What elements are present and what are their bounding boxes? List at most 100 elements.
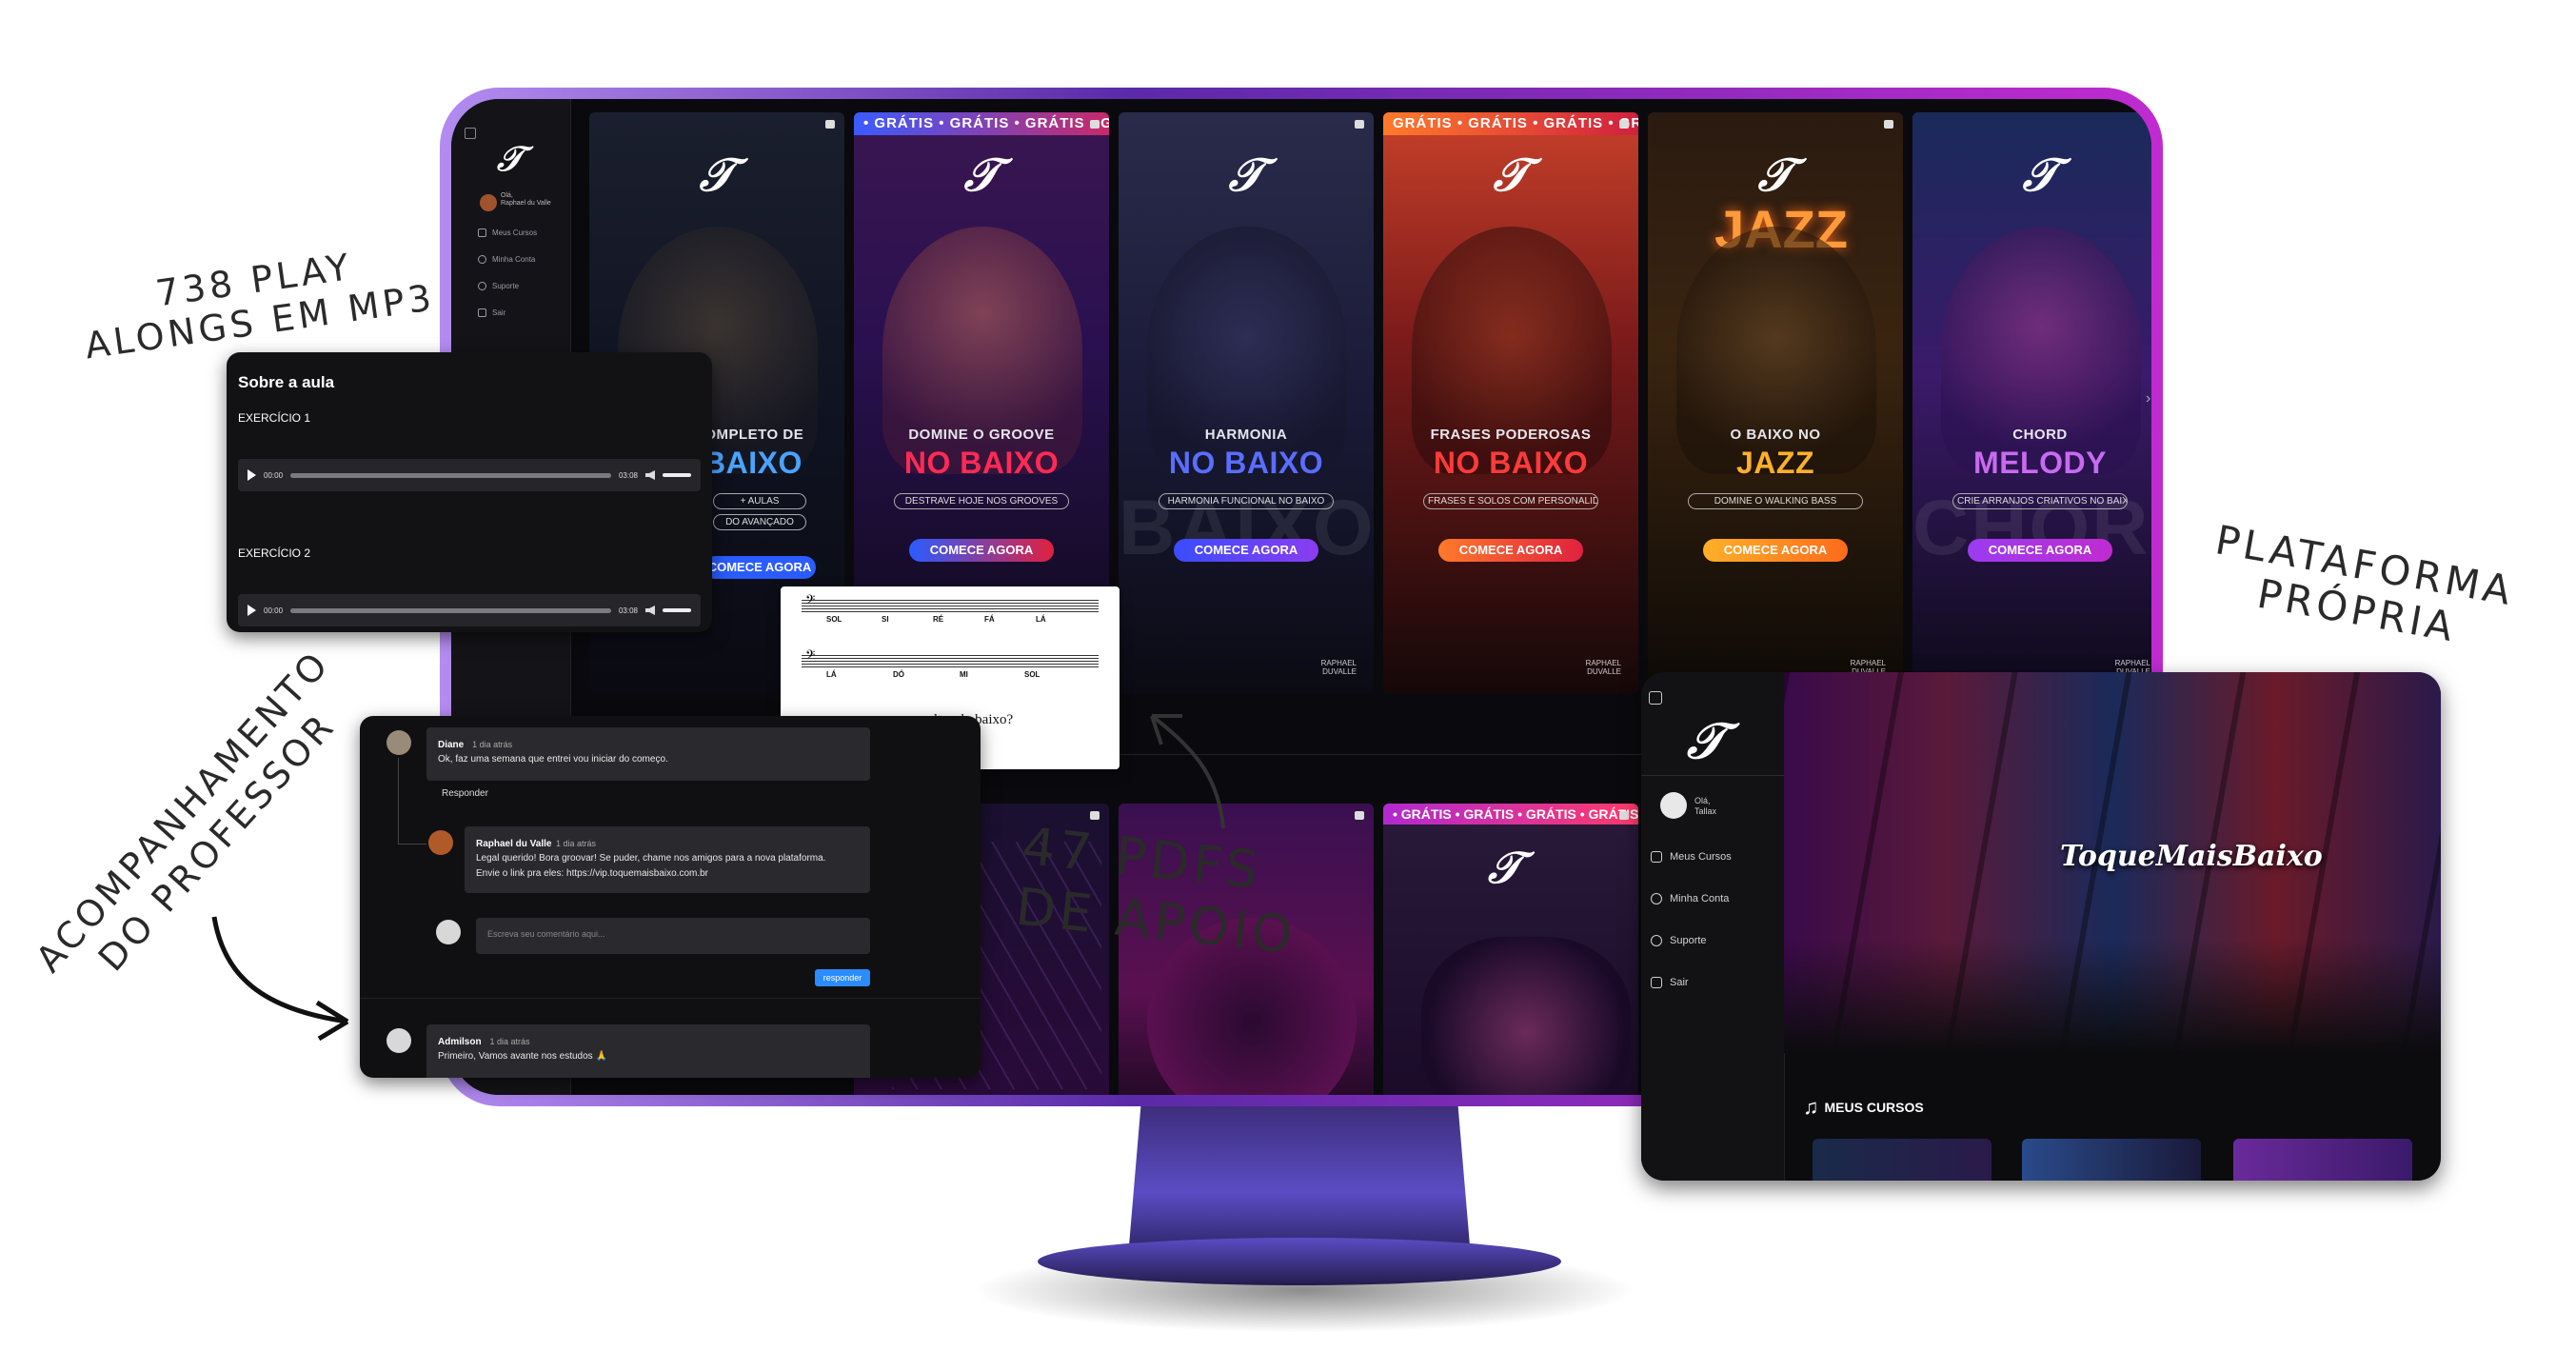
current-time: 00:00 [264,606,284,615]
user-name: Raphael du Valle [501,200,551,207]
sidebar-item-label: Suporte [492,282,520,290]
card-logo: 𝒯 [699,149,735,202]
audio-progress-bar[interactable] [290,607,611,613]
avatar [428,830,453,855]
course-card-bottom-3[interactable]: • GRÁTIS • GRÁTIS • GRÁTIS • GRÁTIS 𝒯 [1383,804,1638,1095]
lock-icon [1619,811,1629,820]
sidebar-toggle-icon[interactable] [1649,691,1662,705]
comment-time: 1 dia atrás [472,740,513,749]
lock-icon [1355,120,1364,129]
card-signature: RAPHAEL DUVALLE [1585,659,1621,676]
card-title: MELODY [1973,446,2107,480]
comment-text: Ok, faz uma semana que entrei vou inicia… [438,754,668,765]
course-thumb[interactable] [1813,1139,1991,1181]
sidebar-item-suporte[interactable]: Suporte [1651,935,1707,946]
comment-time: 1 dia atrás [555,839,596,848]
courses-icon [478,228,486,237]
card-logo: 𝒯 [1493,149,1529,202]
comment-header: Diane 1 dia atrás [438,735,512,752]
start-now-button[interactable]: COMECE AGORA [909,539,1054,562]
whatsapp-icon [478,282,486,290]
sidebar-toggle-icon[interactable] [465,128,476,139]
comment-input[interactable]: Escreva seu comentário aqui... [476,918,870,954]
volume-slider[interactable] [663,473,691,477]
volume-icon[interactable] [645,606,655,615]
volume-icon[interactable] [645,470,655,480]
logout-icon [478,308,486,317]
avatar [386,730,411,755]
sidebar-item-sair[interactable]: Sair [1651,977,1689,988]
lock-icon [825,120,835,129]
bass-clef-icon: 𝄢 [805,649,816,666]
note-label: LÁ [1036,615,1046,624]
card-tagline: + AULAS [713,493,806,509]
hero-shade [1784,939,2441,1053]
card-tagline: FRASES E SOLOS COM PERSONALIDADE [1423,493,1598,509]
course-card-jazz[interactable]: 𝒯 JAZZ O BAIXO NO JAZZ DOMINE O WALKING … [1648,112,1903,693]
sidebar-item-sair[interactable]: Sair [478,308,505,317]
audio-player-exercise-1[interactable]: 00:00 03:08 [238,459,701,491]
card-subtitle: COMPLETO DE [694,427,804,443]
greeting-text: Olá, [1694,796,1711,805]
section-divider [360,998,981,999]
monitor-stand [1128,1095,1471,1257]
card-logo: 𝒯 [963,149,1000,202]
reply-link[interactable]: Responder [442,788,488,799]
arrow-to-pdf-icon [1150,714,1225,829]
note-label: SOL [826,615,842,624]
note-label: MI [960,670,968,679]
lesson-audio-panel: Sobre a aula EXERCÍCIO 1 00:00 03:08 EXE… [227,352,712,632]
play-alongs-annotation: 738 PLAY ALONGS EM MP3 [53,231,461,370]
lock-icon [1619,120,1629,129]
sidebar-item-label: Minha Conta [1670,893,1730,904]
exercise-label: EXERCÍCIO 2 [238,546,311,560]
sidebar-item-meus-cursos[interactable]: Meus Cursos [1651,851,1732,863]
card-tagline: HARMONIA FUNCIONAL NO BAIXO [1159,493,1334,509]
comment-admilson: Admilson 1 dia atrás Primeiro, Vamos ava… [426,1024,870,1078]
card-subtitle: HARMONIA [1204,427,1288,443]
card-title: BAIXO [703,446,803,480]
card-title: JAZZ [1736,446,1814,480]
comment-raphael: Raphael du Valle 1 dia atrás Legal queri… [465,826,870,893]
user-avatar [480,194,497,211]
card-signature: RAPHAEL DUVALLE [1320,659,1357,676]
exercise-label: EXERCÍCIO 1 [238,411,311,425]
course-card-chord-melody[interactable]: 𝒯 CHORD CHORD MELODY CRIE ARRANJOS CRIAT… [1912,112,2151,693]
course-thumb[interactable] [2233,1139,2412,1181]
comment-author: Admilson [438,1037,482,1047]
user-greeting: Olá, Tallax [1694,796,1716,817]
volume-slider[interactable] [663,608,691,612]
course-card-frases[interactable]: GRÁTIS • GRÁTIS • GRÁTIS • GRÁTIS 𝒯 FRAS… [1383,112,1638,693]
note-label: LÁ [826,670,837,679]
sidebar-item-suporte[interactable]: Suporte [478,282,519,290]
comments-panel: Diane 1 dia atrás Ok, faz uma semana que… [360,716,981,1078]
course-card-harmonia[interactable]: 𝒯 BAIXO HARMONIA NO BAIXO HARMONIA FUNCI… [1119,112,1374,693]
comment-author: Raphael du Valle [476,839,552,849]
user-icon [1651,893,1662,904]
carousel-next-arrow-icon[interactable]: › [2146,390,2150,407]
comment-author: Diane [438,740,465,750]
free-banner: GRÁTIS • GRÁTIS • GRÁTIS • GRÁTIS [1383,112,1638,135]
submit-reply-button[interactable]: responder [815,969,870,986]
sidebar-item-minha-conta[interactable]: Minha Conta [478,255,535,264]
audio-progress-bar[interactable] [290,472,611,478]
platform-annotation: PLATAFORMA PRÓPRIA [2166,510,2557,666]
start-now-button[interactable]: COMECE AGORA [1703,539,1848,562]
card-title: NO BAIXO [903,446,1060,480]
start-now-button[interactable]: COMECE AGORA [1968,539,2112,562]
play-icon[interactable] [248,469,256,481]
sidebar-item-label: Sair [1670,977,1689,988]
start-now-button[interactable]: COMECE AGORA [1174,539,1318,562]
play-icon[interactable] [248,605,256,616]
course-thumb[interactable] [2022,1139,2201,1181]
audio-player-exercise-2[interactable]: 00:00 03:08 [238,594,701,626]
monitor-stand-base [1038,1238,1561,1285]
start-now-button[interactable]: COMECE AGORA [1438,539,1583,562]
bass-clef-icon: 𝄢 [805,594,816,610]
start-now-button[interactable]: COMECE AGORA [703,556,816,579]
sidebar-item-minha-conta[interactable]: Minha Conta [1651,893,1729,904]
sidebar-item-label: Suporte [1670,935,1707,946]
sidebar-item-meus-cursos[interactable]: Meus Cursos [478,228,537,237]
card-tagline: CRIE ARRANJOS CRIATIVOS NO BAIXO [1952,493,2128,509]
courses-icon [1651,851,1662,863]
